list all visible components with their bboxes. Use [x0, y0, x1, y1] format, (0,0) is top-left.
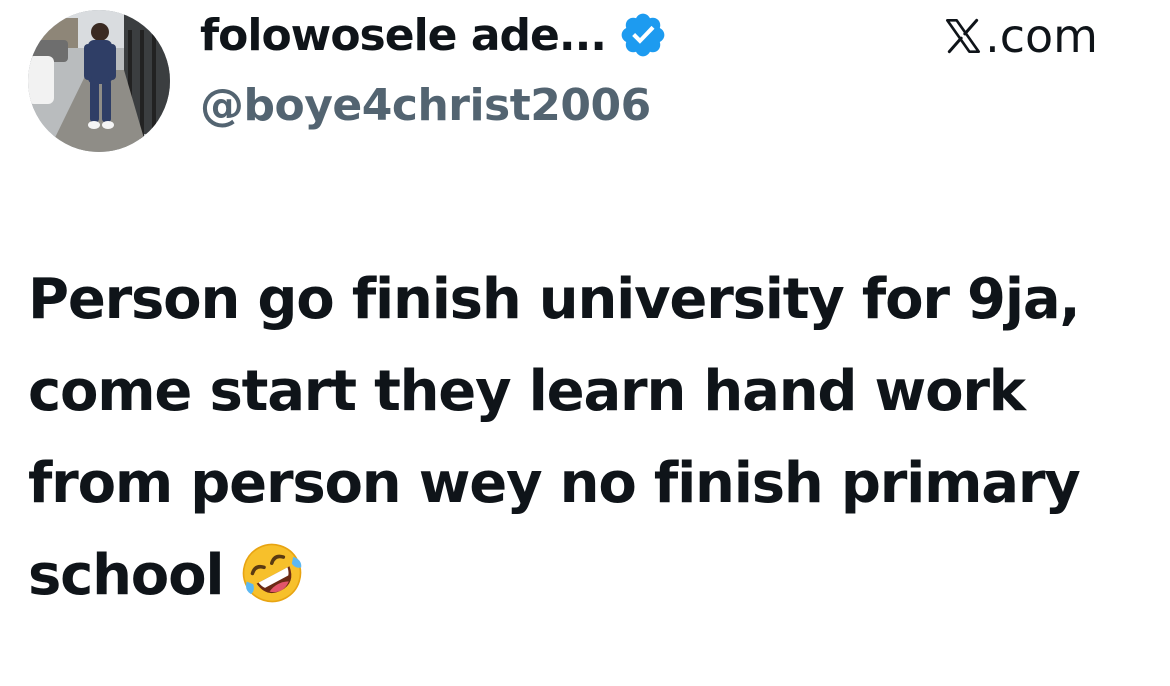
author-display-name[interactable]: folowosele ade...	[200, 10, 607, 61]
verified-badge-icon	[621, 13, 665, 57]
tweet-text-line: Person go finish university for 9ja,	[28, 267, 1081, 332]
source-site: .com	[943, 6, 1098, 66]
avatar[interactable]	[28, 10, 170, 152]
tweet-text-line: school	[28, 543, 225, 608]
author-handle[interactable]: @boye4christ2006	[200, 80, 651, 131]
rolling-on-the-floor-laughing-icon	[243, 543, 302, 603]
tweet-text-line: from person wey no finish primary	[28, 451, 1081, 516]
x-logo-icon	[946, 18, 981, 54]
tweet-text-line: come start they learn hand work	[28, 359, 1026, 424]
author-name-row: folowosele ade...	[200, 4, 668, 66]
tweet-text: Person go finish university for 9ja, com…	[28, 254, 1148, 622]
tweet-text-last-line: school	[28, 530, 1148, 622]
avatar-photo	[28, 10, 170, 152]
tweet-card: folowosele ade... @boye4christ2006 .com …	[0, 0, 1170, 686]
source-domain: .com	[985, 9, 1098, 63]
